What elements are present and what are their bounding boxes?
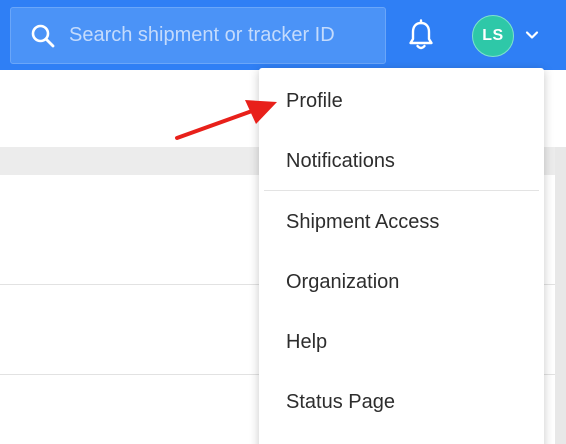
menu-item-label: Notifications bbox=[286, 149, 395, 172]
menu-item-help[interactable]: Help bbox=[259, 317, 544, 367]
menu-item-label: Status Page bbox=[286, 390, 395, 413]
menu-item-label: Organization bbox=[286, 270, 400, 293]
bell-icon[interactable] bbox=[406, 19, 436, 51]
search-icon bbox=[31, 24, 55, 48]
search-box[interactable] bbox=[10, 7, 386, 64]
menu-item-notifications[interactable]: Notifications bbox=[259, 136, 544, 186]
search-input[interactable] bbox=[69, 8, 379, 63]
avatar-initials: LS bbox=[482, 27, 504, 44]
user-avatar[interactable]: LS bbox=[472, 15, 514, 57]
chevron-down-icon[interactable] bbox=[524, 29, 540, 41]
user-menu-dropdown: Profile Notifications Shipment Access Or… bbox=[259, 68, 544, 444]
menu-item-organization[interactable]: Organization bbox=[259, 257, 544, 307]
top-navigation-bar: LS bbox=[0, 0, 566, 70]
menu-item-status-page[interactable]: Status Page bbox=[259, 377, 544, 427]
menu-item-shipment-access[interactable]: Shipment Access bbox=[259, 197, 544, 247]
menu-item-label: Help bbox=[286, 330, 328, 353]
menu-item-label: Shipment Access bbox=[286, 210, 440, 233]
menu-divider bbox=[264, 190, 539, 191]
menu-item-profile[interactable]: Profile bbox=[259, 76, 544, 126]
menu-item-label: Profile bbox=[286, 89, 343, 112]
scrollbar[interactable] bbox=[555, 147, 566, 444]
